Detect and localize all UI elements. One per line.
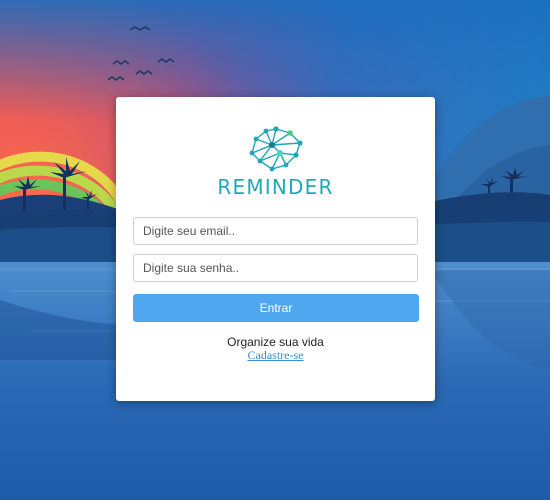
email-input[interactable] [133, 217, 418, 245]
login-button[interactable]: Entrar [133, 294, 419, 322]
network-brain-icon [249, 126, 303, 172]
signup-link[interactable]: Cadastre-se [116, 348, 435, 363]
password-input[interactable] [133, 254, 418, 282]
tagline: Organize sua vida [227, 335, 324, 349]
brand-name: REMINDER [217, 175, 334, 199]
logo: REMINDER [116, 125, 435, 199]
login-card: REMINDER Entrar Organize sua vida Cadast… [116, 97, 435, 401]
